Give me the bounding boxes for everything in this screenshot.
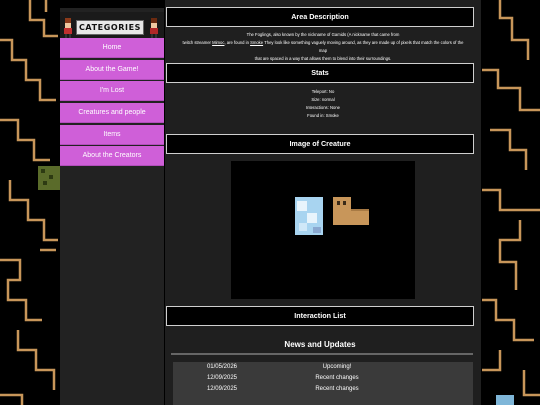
news-description[interactable]: Upcoming! bbox=[241, 362, 473, 373]
news-divider bbox=[171, 353, 473, 355]
news-date: 12/09/2025 bbox=[206, 386, 237, 392]
nav-item-about-game[interactable]: About the Game! bbox=[60, 59, 164, 80]
news-date: 12/09/2025 bbox=[206, 375, 237, 381]
description-line: that are spaced in a way that allows the… bbox=[254, 56, 392, 61]
news-description[interactable]: Recent changes bbox=[241, 373, 473, 384]
mimoc-link[interactable]: Mimoc bbox=[212, 40, 224, 45]
main-content: Area Description The Foglings, also know… bbox=[165, 0, 481, 405]
stat-size: Size: normal bbox=[311, 97, 335, 102]
nav-item-creatures[interactable]: Creatures and people bbox=[60, 103, 164, 124]
description-line: map bbox=[318, 48, 328, 53]
stat-interactions: Interactions: None bbox=[306, 105, 340, 110]
news-title: News and Updates bbox=[284, 340, 356, 349]
image-section-title: Image of Creature bbox=[166, 134, 474, 154]
area-description-text: The Foglings, also known by the nickname… bbox=[167, 31, 479, 63]
news-table: 01/05/2026 Upcoming! 12/09/2025 Recent c… bbox=[173, 362, 473, 405]
interaction-list-title: Interaction List bbox=[166, 306, 474, 326]
nav-item-lost[interactable]: I'm Lost bbox=[60, 81, 164, 102]
news-date: 01/05/2026 bbox=[206, 364, 237, 370]
creature-image bbox=[231, 161, 415, 299]
area-description-title: Area Description bbox=[166, 7, 474, 27]
stat-teleport: Teleport: No bbox=[311, 89, 335, 94]
character-sprite-icon bbox=[150, 18, 158, 38]
news-row: 12/09/2025 Recent changes bbox=[173, 373, 473, 384]
stat-found-in: Found in: Smoke bbox=[307, 113, 339, 118]
smoke-link[interactable]: Smoke bbox=[250, 40, 263, 45]
categories-label: CATEGORIES bbox=[76, 20, 144, 35]
nav-item-home[interactable]: Home bbox=[60, 38, 164, 58]
description-line: The Foglings, also known by the nickname… bbox=[246, 32, 400, 37]
stats-list: Teleport: No Size: normal Interactions: … bbox=[167, 88, 479, 120]
character-sprite-icon bbox=[64, 18, 72, 38]
nav-item-items[interactable]: Items bbox=[60, 124, 164, 145]
category-nav: Home About the Game! I'm Lost Creatures … bbox=[60, 38, 164, 168]
news-row: 12/09/2025 Recent changes bbox=[173, 384, 473, 395]
news-description[interactable]: Recent changes bbox=[241, 384, 473, 395]
categories-header: CATEGORIES bbox=[60, 12, 164, 40]
news-row: 01/05/2026 Upcoming! bbox=[173, 362, 473, 373]
description-text: , are found in bbox=[224, 40, 251, 45]
description-text: They look like something vaguely moving … bbox=[263, 40, 464, 45]
sidebar: CATEGORIES Home About the Game! I'm Lost… bbox=[60, 8, 164, 405]
description-text: twitch streamer bbox=[182, 40, 213, 45]
nav-item-creators[interactable]: About the Creators bbox=[60, 146, 164, 167]
creature-sprite-icon bbox=[295, 197, 369, 235]
description-line: twitch streamer Mimoc, are found in Smok… bbox=[167, 39, 479, 47]
stats-title: Stats bbox=[166, 63, 474, 83]
